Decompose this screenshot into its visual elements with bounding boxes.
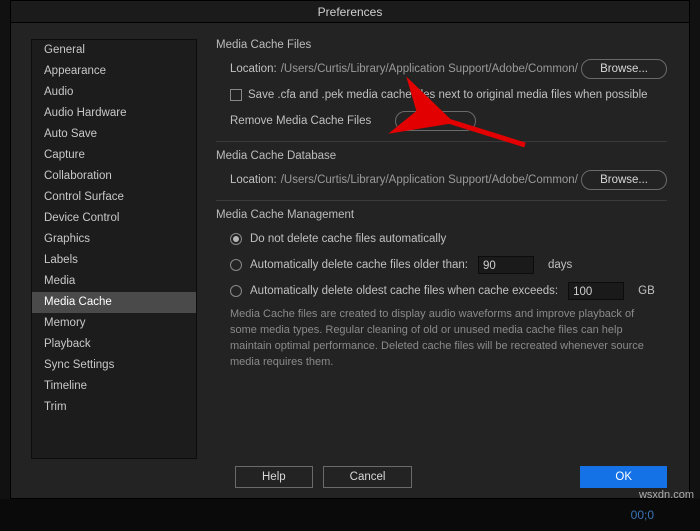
mgmt-opt1-label: Do not delete cache files automatically	[250, 233, 446, 245]
divider-1	[216, 141, 667, 142]
titlebar: Preferences	[10, 0, 690, 22]
mgmt-opt3-label: Automatically delete oldest cache files …	[250, 285, 558, 297]
save-cfa-checkbox[interactable]	[230, 89, 242, 101]
sidebar-item-audio[interactable]: Audio	[32, 82, 196, 103]
remove-cache-label: Remove Media Cache Files	[230, 115, 371, 127]
app-bottom-strip: 00;0	[0, 499, 700, 531]
title-text: Preferences	[318, 5, 383, 19]
ok-button[interactable]: OK	[580, 466, 667, 488]
cache-db-location-path: /Users/Curtis/Library/Application Suppor…	[281, 174, 578, 186]
sidebar-item-appearance[interactable]: Appearance	[32, 61, 196, 82]
sidebar-item-graphics[interactable]: Graphics	[32, 229, 196, 250]
mgmt-opt1-row[interactable]: Do not delete cache files automatically	[230, 229, 667, 249]
save-cfa-row[interactable]: Save .cfa and .pek media cache files nex…	[230, 85, 667, 105]
mgmt-description: Media Cache files are created to display…	[230, 307, 667, 371]
preferences-content: Media Cache Files Location: /Users/Curti…	[216, 39, 667, 450]
sidebar-item-timeline[interactable]: Timeline	[32, 376, 196, 397]
mgmt-opt2-label: Automatically delete cache files older t…	[250, 259, 468, 271]
cache-files-location-row: Location: /Users/Curtis/Library/Applicat…	[230, 59, 667, 79]
sidebar-item-audio-hardware[interactable]: Audio Hardware	[32, 103, 196, 124]
watermark-text: wsxdn.com	[639, 489, 694, 501]
mgmt-radio-2[interactable]	[230, 259, 242, 271]
help-button[interactable]: Help	[235, 466, 313, 488]
location-label-db: Location:	[230, 174, 277, 186]
sidebar-item-auto-save[interactable]: Auto Save	[32, 124, 196, 145]
divider-2	[216, 200, 667, 201]
remove-cache-row: Remove Media Cache Files Delete...	[230, 111, 667, 131]
cancel-button[interactable]: Cancel	[323, 466, 413, 488]
mgmt-days-unit: days	[548, 259, 572, 271]
mgmt-gb-unit: GB	[638, 285, 655, 297]
sidebar-item-collaboration[interactable]: Collaboration	[32, 166, 196, 187]
sidebar-item-media[interactable]: Media	[32, 271, 196, 292]
dialog-footer: Help Cancel OK	[11, 456, 689, 498]
mgmt-opt2-row[interactable]: Automatically delete cache files older t…	[230, 255, 667, 275]
sidebar-item-trim[interactable]: Trim	[32, 397, 196, 418]
sidebar-item-sync-settings[interactable]: Sync Settings	[32, 355, 196, 376]
mgmt-opt3-row[interactable]: Automatically delete oldest cache files …	[230, 281, 667, 301]
sidebar-item-device-control[interactable]: Device Control	[32, 208, 196, 229]
sidebar-item-media-cache[interactable]: Media Cache	[32, 292, 196, 313]
mgmt-radio-1[interactable]	[230, 233, 242, 245]
sidebar-item-general[interactable]: General	[32, 40, 196, 61]
location-label: Location:	[230, 63, 277, 75]
sidebar-item-memory[interactable]: Memory	[32, 313, 196, 334]
sidebar-item-capture[interactable]: Capture	[32, 145, 196, 166]
save-cfa-label: Save .cfa and .pek media cache files nex…	[248, 89, 648, 101]
preferences-sidebar: GeneralAppearanceAudioAudio HardwareAuto…	[31, 39, 197, 459]
cache-files-location-path: /Users/Curtis/Library/Application Suppor…	[281, 63, 578, 75]
section-title-cache-db: Media Cache Database	[216, 150, 667, 162]
sidebar-item-playback[interactable]: Playback	[32, 334, 196, 355]
preferences-window: Preferences GeneralAppearanceAudioAudio …	[0, 0, 700, 531]
mgmt-gb-input[interactable]: 100	[568, 282, 624, 300]
browse-button-cache-files[interactable]: Browse...	[581, 59, 667, 79]
sidebar-item-control-surface[interactable]: Control Surface	[32, 187, 196, 208]
browse-button-cache-db[interactable]: Browse...	[581, 170, 667, 190]
dialog-body: GeneralAppearanceAudioAudio HardwareAuto…	[10, 22, 690, 499]
sidebar-item-labels[interactable]: Labels	[32, 250, 196, 271]
cache-db-location-row: Location: /Users/Curtis/Library/Applicat…	[230, 170, 667, 190]
timecode-text: 00;0	[631, 508, 654, 522]
delete-button[interactable]: Delete...	[395, 111, 476, 131]
mgmt-days-input[interactable]: 90	[478, 256, 534, 274]
section-title-cache-files: Media Cache Files	[216, 39, 667, 51]
mgmt-radio-3[interactable]	[230, 285, 242, 297]
section-title-management: Media Cache Management	[216, 209, 667, 221]
